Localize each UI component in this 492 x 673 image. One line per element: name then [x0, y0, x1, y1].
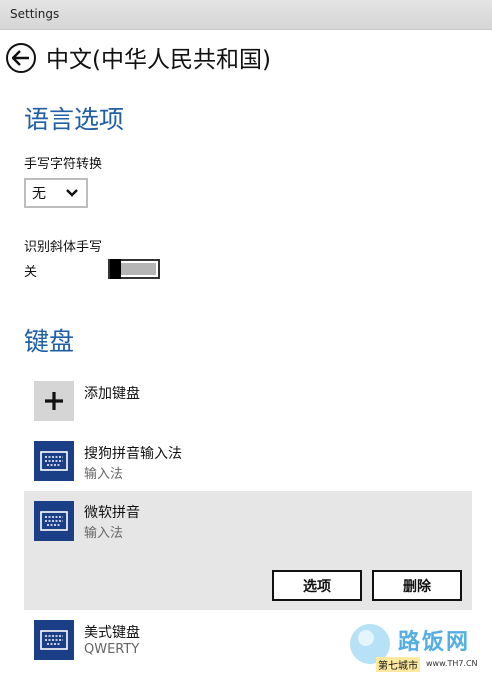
- keyboard-icon: [34, 441, 74, 481]
- cursive-recognition-label: 识别斜体手写: [24, 240, 103, 255]
- watermark-site-name: 第七城市: [376, 657, 420, 672]
- window-titlebar: Settings: [0, 0, 492, 30]
- handwriting-conversion-value: 无: [32, 186, 46, 202]
- handwriting-conversion-label: 手写字符转换: [24, 157, 103, 172]
- options-button[interactable]: 选项: [272, 570, 362, 601]
- add-keyboard-label: 添加键盘: [84, 386, 140, 402]
- cursive-recognition-state: 关: [24, 265, 38, 280]
- keyboard-item-name: 微软拼音: [84, 505, 140, 521]
- keyboard-item-name: 美式键盘: [84, 625, 140, 641]
- back-arrow-icon: [12, 50, 29, 66]
- chevron-down-icon: [66, 189, 78, 197]
- watermark-url: www.TH7.CN: [426, 659, 478, 668]
- watermark-logo-text: 路饭网: [398, 630, 471, 655]
- keyboard-icon: [34, 620, 74, 660]
- delete-button[interactable]: 删除: [372, 570, 462, 601]
- page-header: 中文(中华人民共和国): [0, 30, 492, 82]
- language-options-heading: 语言选项: [24, 105, 125, 134]
- keyboard-item-sogou[interactable]: 搜狗拼音输入法 输入法: [24, 432, 472, 490]
- keyboard-item-name: 搜狗拼音输入法: [84, 446, 182, 462]
- add-keyboard-button[interactable]: 添加键盘: [24, 372, 472, 428]
- toggle-knob: [110, 259, 121, 279]
- keyboard-item-type: QWERTY: [84, 642, 140, 657]
- window-title: Settings: [10, 7, 60, 21]
- keyboard-icon: [34, 501, 74, 541]
- plus-icon: [34, 381, 74, 421]
- keyboard-heading: 键盘: [24, 327, 75, 356]
- toggle-track: [120, 263, 156, 275]
- back-button[interactable]: [6, 43, 36, 73]
- keyboard-item-type: 输入法: [84, 526, 124, 541]
- handwriting-conversion-select[interactable]: 无: [24, 178, 88, 208]
- keyboard-item-type: 输入法: [84, 467, 124, 482]
- page-title: 中文(中华人民共和国): [46, 47, 271, 73]
- cursive-recognition-toggle[interactable]: [108, 259, 160, 279]
